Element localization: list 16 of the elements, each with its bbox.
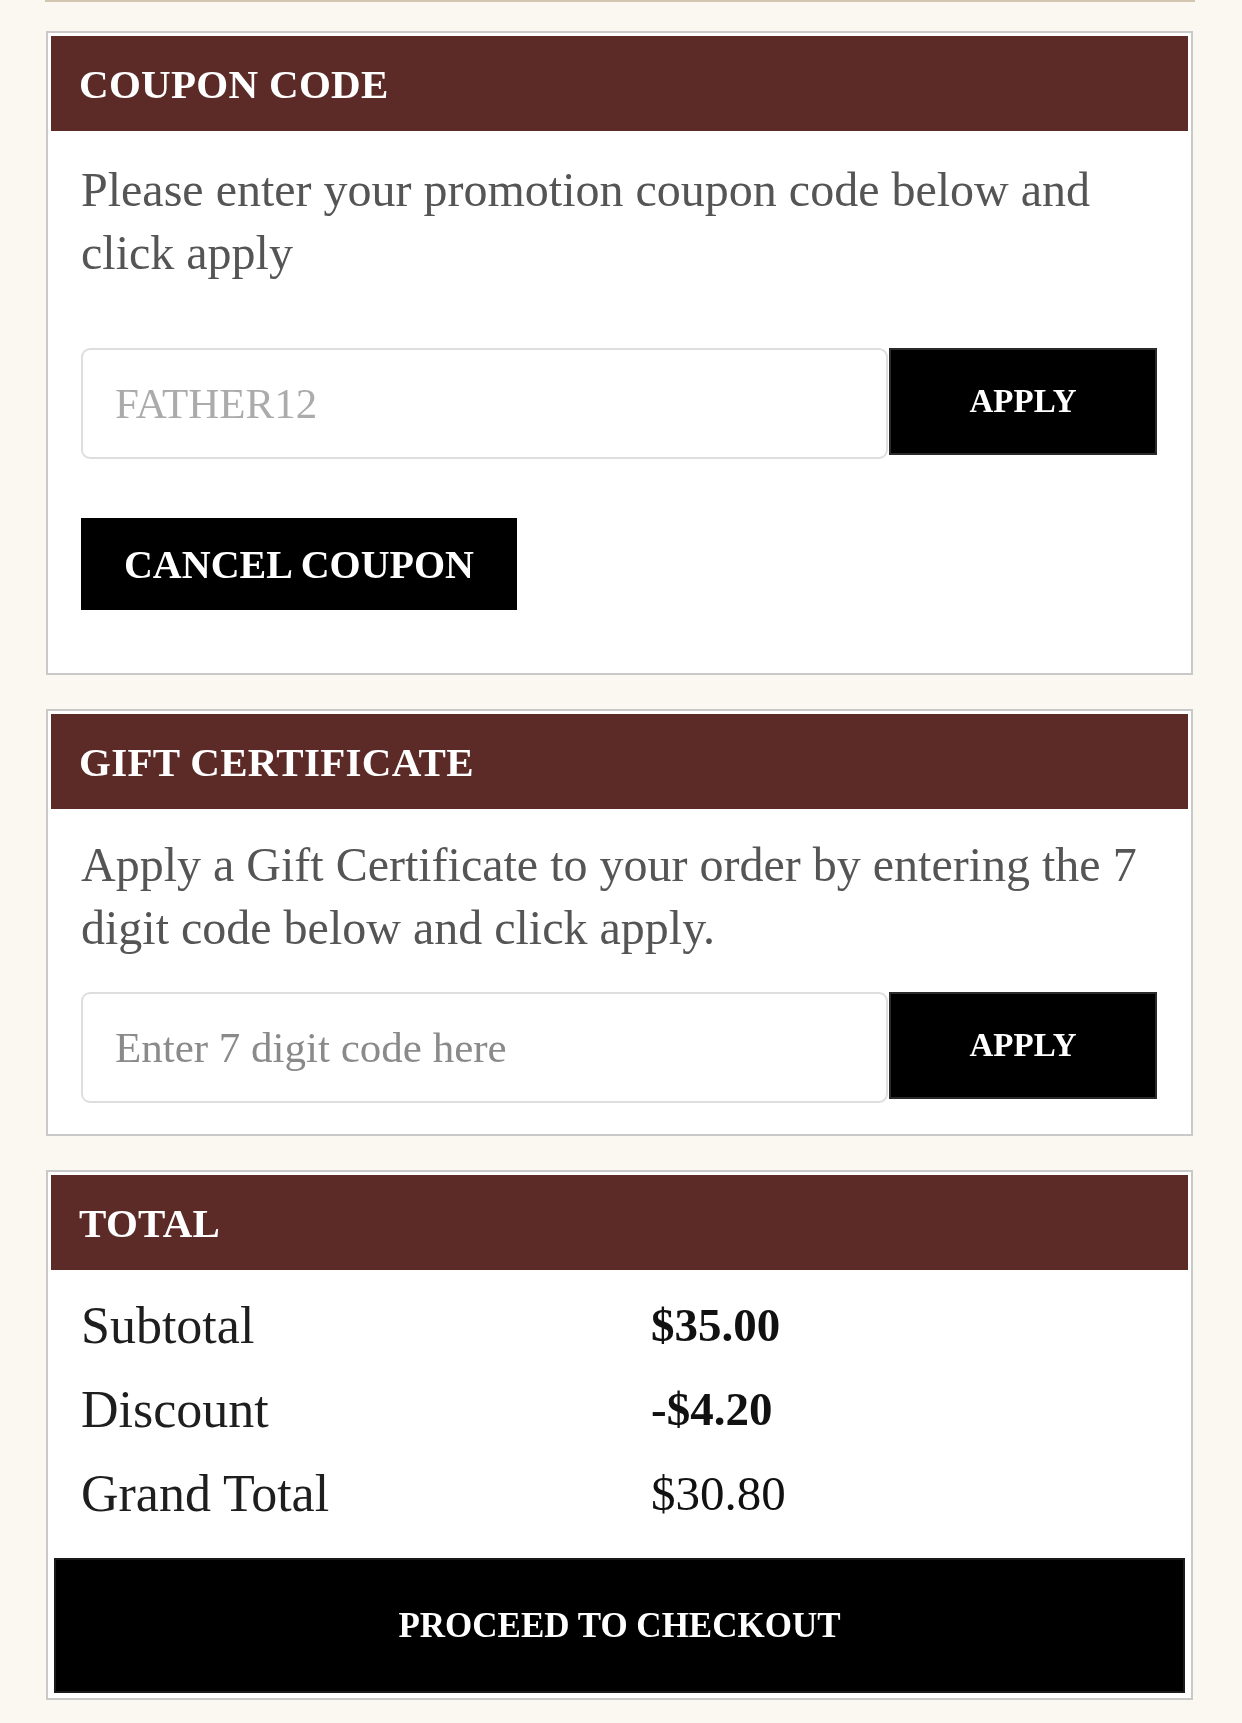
- summary-value: -$4.20: [651, 1382, 773, 1436]
- summary-value: $35.00: [651, 1298, 781, 1352]
- instruction-text: Apply a Gift Certificate to your order by entering the 7 digit code below and click apply.: [81, 837, 1138, 956]
- cancel-coupon-button[interactable]: CANCEL COUPON: [81, 518, 517, 610]
- checkout-button[interactable]: PROCEED TO CHECKOUT: [54, 1558, 1185, 1693]
- gift-code-field[interactable]: Enter 7 digit code here: [81, 992, 888, 1103]
- instruction-text: Please enter your promotion coupon code below and click apply: [81, 162, 1092, 281]
- apply-button[interactable]: APPLY: [889, 348, 1157, 455]
- summary-label: Discount: [81, 1379, 269, 1439]
- section-header: COUPON CODE: [51, 36, 1188, 131]
- summary-label: Subtotal: [81, 1295, 255, 1355]
- summary-label: Grand Total: [81, 1463, 330, 1523]
- summary-value: $30.80: [651, 1464, 786, 1522]
- section-header: GIFT CERTIFICATE: [51, 714, 1188, 809]
- apply-button[interactable]: APPLY: [889, 992, 1157, 1099]
- section-header: TOTAL: [51, 1175, 1188, 1270]
